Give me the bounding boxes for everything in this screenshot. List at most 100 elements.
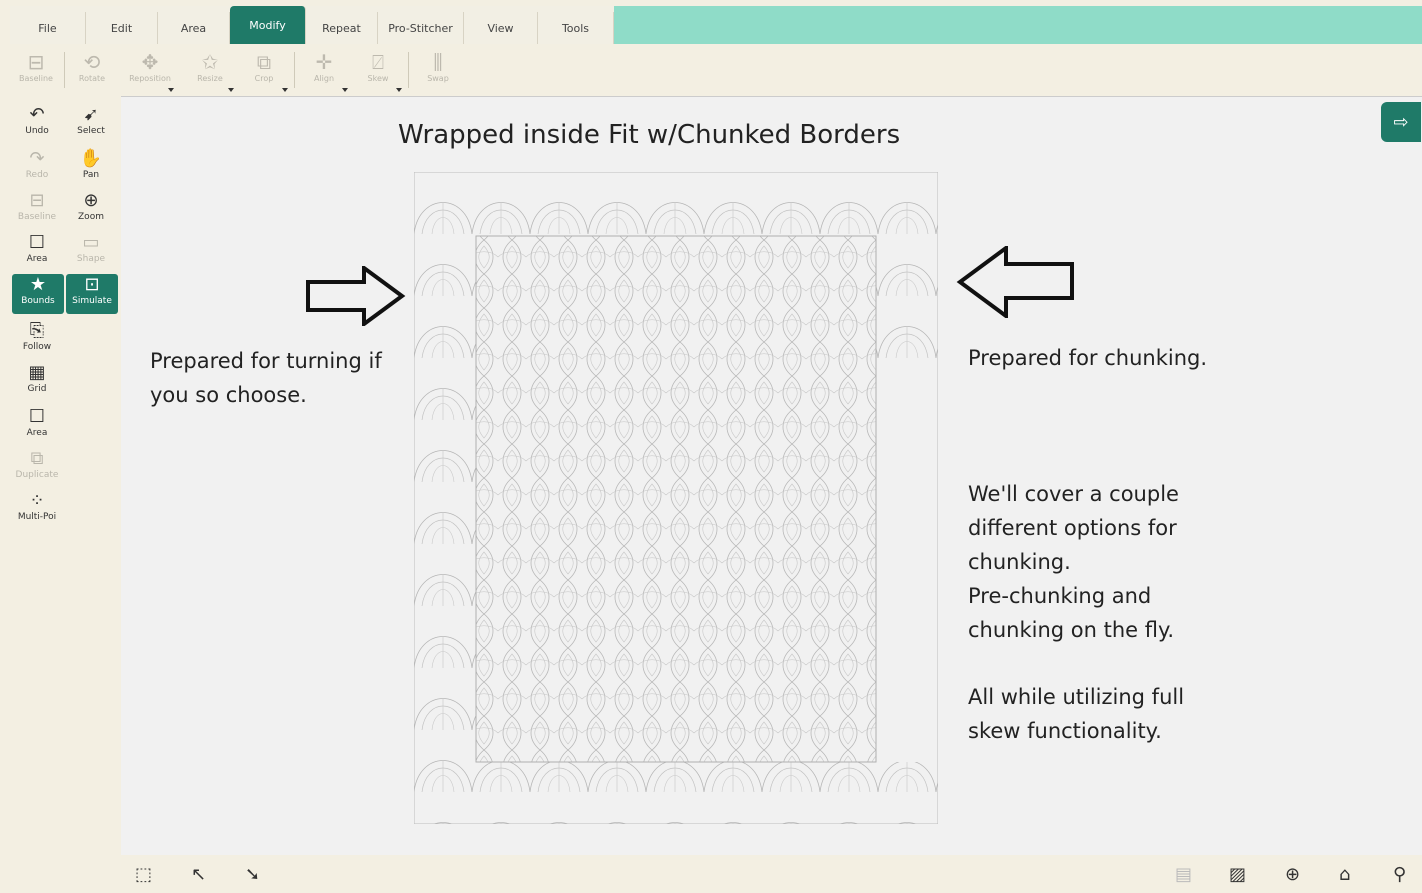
sidebar-label: Select [77,126,105,136]
zoom-out-icon[interactable]: ⚲ [1393,864,1406,885]
zoom-button[interactable]: ⊕ Zoom [66,190,116,230]
menu-tab-bar: File Edit Area Modify Repeat Pro-Stitche… [10,6,1422,44]
grid-icon: ▦ [28,362,46,383]
note-line: skew functionality. [968,719,1162,743]
resize-button[interactable]: ✩ Resize [186,50,234,94]
area-icon: ☐ [28,406,46,427]
simulate-icon: ⊡ [84,274,100,295]
sidebar-label: Pan [82,170,100,180]
dropdown-arrow-icon [282,88,288,92]
follow-button[interactable]: ⎘ Follow [12,320,62,360]
ribbon-toolbar: ⊟ Baseline ⟲ Rotate ✥ Reposition ✩ Resize ⧉ C… [10,44,1422,96]
grid-button[interactable]: ▦ Grid [12,362,62,402]
sidebar-label: Bounds [21,296,55,306]
note-line: chunking. [968,550,1071,574]
bounds-icon: ★ [29,274,47,295]
divider [294,52,295,88]
expand-panel-button[interactable]: ⇨ [1381,102,1421,142]
pan-button[interactable]: ✋ Pan [66,148,116,188]
crop-button[interactable]: ⧉ Crop [240,50,288,94]
skew-button[interactable]: ⍁ Skew [354,50,402,94]
baseline-button[interactable]: ⊟ Baseline [12,50,60,94]
area-2-button[interactable]: ☐ Area [12,406,62,446]
note-line: Pre-chunking and [968,584,1152,608]
note-line: We'll cover a couple [968,482,1179,506]
bottom-toolbar: ⬚ ↖ ➘ ▤ ▨ ⊕ ⌂ ⚲ [121,856,1422,893]
swap-button[interactable]: ⫼ Swap [414,50,462,94]
zoom-fit-icon[interactable]: ⊕ [1285,864,1300,885]
bounds-button[interactable]: ★ Bounds [12,274,64,314]
dropdown-arrow-icon [168,88,174,92]
tab-modify[interactable]: Modify [230,6,306,44]
skew-icon: ⍁ [372,50,384,74]
tab-file[interactable]: File [10,12,86,44]
baseline-icon: ⊟ [29,190,45,211]
tab-view[interactable]: View [464,12,538,44]
duplicate-button[interactable]: ⧉ Duplicate [12,448,62,488]
sidebar-label: Area [26,254,48,264]
shape-button[interactable]: ▭ Shape [66,232,116,272]
sidebar-label: Shape [76,254,106,264]
dropdown-arrow-icon [342,88,348,92]
arrow-right-icon: ⇨ [1393,111,1409,133]
home-icon[interactable]: ⌂ [1339,864,1350,885]
note-line: All while utilizing full [968,685,1185,709]
layers-icon[interactable]: ▤ [1175,864,1192,885]
select-icon: ➹ [83,104,99,125]
align-icon: ✛ [315,50,333,74]
path-select-icon[interactable]: ➘ [245,864,260,885]
note-line: Prepared for turning if [150,349,382,373]
rotate-button[interactable]: ⟲ Rotate [68,50,116,94]
note-line: different options for [968,516,1177,540]
tab-pro-stitcher[interactable]: Pro-Stitcher [378,12,464,44]
redo-icon: ↷ [29,148,45,169]
baseline-side-button[interactable]: ⊟ Baseline [12,190,62,230]
duplicate-icon: ⧉ [30,448,44,469]
select-tool-icon[interactable]: ⬚ [135,864,152,885]
reposition-icon: ✥ [141,50,159,74]
ribbon-label: Rotate [78,74,106,83]
image-icon[interactable]: ▨ [1229,864,1246,885]
simulate-button[interactable]: ⊡ Simulate [66,274,118,314]
sidebar-label: Zoom [78,212,104,222]
ribbon-label: Baseline [19,74,53,83]
right-note-options: We'll cover a couple different options f… [968,477,1179,647]
shape-icon: ▭ [82,232,100,253]
align-button[interactable]: ✛ Align [300,50,348,94]
undo-button[interactable]: ↶ Undo [12,104,62,144]
sidebar-label: Follow [22,342,52,352]
ribbon-label: Align [313,74,335,83]
multi-point-icon: ⁘ [29,490,45,511]
ribbon-label: Reposition [129,74,171,83]
tab-tools[interactable]: Tools [538,12,614,44]
multi-point-button[interactable]: ⁘ Multi-Poi [12,490,62,530]
note-line: you so choose. [150,383,307,407]
pan-icon: ✋ [79,148,103,169]
reposition-button[interactable]: ✥ Reposition [126,50,174,94]
ribbon-label: Skew [367,74,389,83]
ribbon-label: Swap [427,74,449,83]
sidebar-label: Redo [25,170,49,180]
sidebar-label: Simulate [72,296,112,306]
redo-button[interactable]: ↷ Redo [12,148,62,188]
follow-icon: ⎘ [29,320,45,341]
node-select-icon[interactable]: ↖ [191,864,206,885]
tab-repeat[interactable]: Repeat [306,12,378,44]
sidebar-label: Grid [27,384,47,394]
crop-icon: ⧉ [256,50,272,74]
resize-icon: ✩ [201,50,219,74]
select-button[interactable]: ➹ Select [66,104,116,144]
divider [408,52,409,88]
ribbon-label: Crop [254,74,274,83]
sidebar-label: Baseline [17,212,57,222]
right-arrow-icon [306,266,406,326]
undo-icon: ↶ [29,104,45,125]
swap-icon: ⫼ [433,50,443,74]
quilt-pattern[interactable] [414,172,938,824]
note-line: chunking on the fly. [968,618,1175,642]
tab-edit[interactable]: Edit [86,12,158,44]
canvas-title: Wrapped inside Fit w/Chunked Borders [398,120,901,150]
tab-area[interactable]: Area [158,12,230,44]
dropdown-arrow-icon [228,88,234,92]
area-button[interactable]: ☐ Area [12,232,62,272]
